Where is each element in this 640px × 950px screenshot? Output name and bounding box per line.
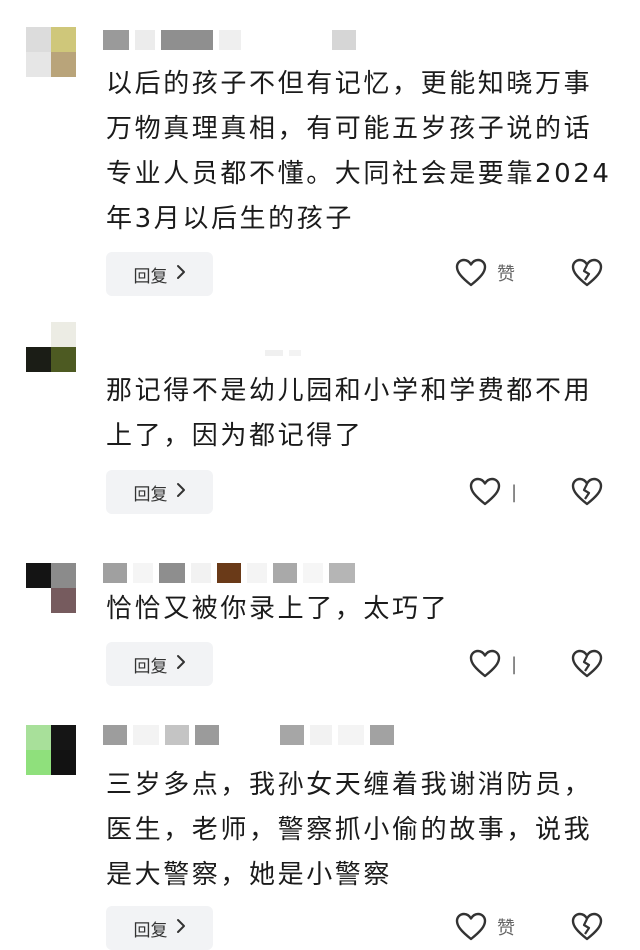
like-count: | bbox=[511, 481, 518, 503]
username-redacted[interactable] bbox=[103, 563, 355, 583]
like-count: | bbox=[511, 653, 518, 675]
dislike-button[interactable] bbox=[571, 258, 603, 288]
comment-text: 恰恰又被你录上了，太巧了 bbox=[106, 594, 450, 624]
username-redacted bbox=[280, 725, 394, 745]
broken-heart-icon bbox=[571, 912, 603, 942]
like-label: 赞 bbox=[497, 264, 515, 285]
avatar[interactable] bbox=[26, 725, 76, 775]
avatar[interactable] bbox=[26, 322, 76, 372]
dislike-button[interactable] bbox=[571, 477, 603, 507]
heart-outline-icon bbox=[455, 258, 487, 288]
dislike-button[interactable] bbox=[571, 912, 603, 942]
username-redacted[interactable] bbox=[103, 30, 241, 50]
reply-button[interactable]: 回复 bbox=[106, 252, 213, 296]
like-label: 赞 bbox=[497, 918, 515, 939]
username-redacted[interactable] bbox=[103, 725, 219, 745]
reply-label: 回复 bbox=[133, 484, 168, 505]
username-redacted bbox=[265, 350, 301, 370]
like-button[interactable]: | bbox=[469, 477, 517, 507]
heart-outline-icon bbox=[455, 912, 487, 942]
chevron-right-icon bbox=[176, 264, 186, 284]
comment-text: 以后的孩子不但有记忆，更能知晓万事万物真理真相，有可能五岁孩子说的话专业人员都不… bbox=[106, 69, 612, 234]
broken-heart-icon bbox=[571, 477, 603, 507]
avatar[interactable] bbox=[26, 563, 76, 613]
reply-button[interactable]: 回复 bbox=[106, 470, 213, 514]
chevron-right-icon bbox=[176, 918, 186, 938]
username-redacted bbox=[332, 30, 356, 50]
broken-heart-icon bbox=[571, 649, 603, 679]
chevron-right-icon bbox=[176, 482, 186, 502]
like-button[interactable]: 赞 bbox=[455, 258, 515, 288]
comment-text: 那记得不是幼儿园和小学和学费都不用上了，因为都记得了 bbox=[106, 376, 593, 451]
heart-outline-icon bbox=[469, 649, 501, 679]
like-button[interactable]: | bbox=[469, 649, 517, 679]
avatar[interactable] bbox=[26, 27, 76, 77]
reply-button[interactable]: 回复 bbox=[106, 906, 213, 950]
reply-label: 回复 bbox=[133, 656, 168, 677]
reply-label: 回复 bbox=[133, 266, 168, 287]
heart-outline-icon bbox=[469, 477, 501, 507]
chevron-right-icon bbox=[176, 654, 186, 674]
reply-button[interactable]: 回复 bbox=[106, 642, 213, 686]
dislike-button[interactable] bbox=[571, 649, 603, 679]
broken-heart-icon bbox=[571, 258, 603, 288]
reply-label: 回复 bbox=[133, 920, 168, 941]
like-button[interactable]: 赞 bbox=[455, 912, 515, 942]
comment-text: 三岁多点，我孙女天缠着我谢消防员，医生，老师，警察抓小偷的故事，说我是大警察，她… bbox=[106, 770, 593, 890]
